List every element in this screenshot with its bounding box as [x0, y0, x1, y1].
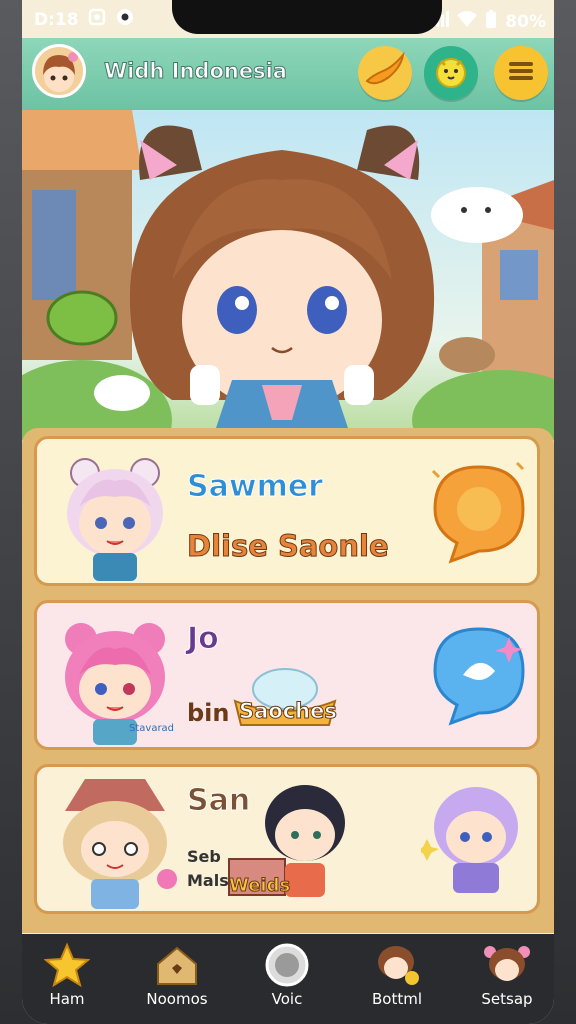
character-portrait	[63, 779, 177, 909]
battery-percent: 80%	[505, 11, 546, 32]
hamburger-icon	[507, 59, 535, 87]
card-badge: Saoches	[239, 699, 338, 724]
card-title: Sawmer	[187, 469, 324, 505]
nav-noomos[interactable]: Noomos	[132, 934, 222, 1024]
profile-avatar[interactable]	[32, 44, 86, 98]
card-badge: Weids	[228, 875, 291, 897]
character-card[interactable]: San Seb Mals Weids	[34, 764, 540, 914]
character-portrait	[67, 458, 163, 581]
nav-label: Voic	[271, 990, 303, 1008]
house-icon	[154, 942, 200, 988]
nav-label: Setsap	[481, 990, 533, 1008]
food-bowl-badge: Saoches	[233, 667, 337, 729]
card-line-1: Seb	[187, 847, 221, 866]
bottom-nav: Ham Noomos Voic Bottml Setsap	[22, 934, 554, 1024]
hero-banner	[22, 110, 554, 440]
menu-button[interactable]	[494, 46, 548, 100]
card-subtitle: Dlise Saonle	[187, 529, 390, 564]
card-title: Jo	[187, 621, 220, 657]
coin-button[interactable]	[358, 46, 412, 100]
avatar-icon	[484, 942, 530, 988]
character-list: Sawmer Dlise Saonle Jo bin Saoches Stava…	[22, 428, 554, 933]
card-line-prefix: bin	[187, 699, 230, 727]
app-header: Widh Indonesia	[22, 38, 554, 110]
nav-voice[interactable]: Voic	[242, 934, 332, 1024]
nav-label: Noomos	[146, 990, 208, 1008]
character-icon	[374, 942, 420, 988]
card-tag: Stavarad	[129, 723, 175, 734]
nav-home[interactable]: Ham	[22, 934, 112, 1024]
nav-label: Bottml	[371, 990, 422, 1008]
screen: D:18 80% Widh Indonesia Sawmer Dlise Sao…	[22, 0, 554, 1024]
character-card[interactable]: Sawmer Dlise Saonle	[34, 436, 540, 586]
wifi-icon	[457, 11, 478, 32]
character-card[interactable]: Jo bin Saoches Stavarad	[34, 600, 540, 750]
status-time: D:18	[34, 10, 79, 30]
nav-label: Ham	[49, 990, 85, 1008]
battery-icon	[485, 10, 497, 33]
hero-illustration	[22, 110, 554, 440]
record-icon	[116, 8, 134, 31]
app-title: Widh Indonesia	[104, 59, 288, 84]
voice-icon	[264, 942, 310, 988]
nav-setsap[interactable]: Setsap	[462, 934, 552, 1024]
status-bar: D:18 80%	[22, 0, 554, 38]
speech-bubble-icon[interactable]	[429, 623, 529, 731]
notification-icon	[88, 8, 106, 31]
camera-notch	[172, 0, 442, 34]
chick-icon	[431, 51, 471, 95]
nav-bottml[interactable]: Bottml	[352, 934, 442, 1024]
star-icon	[43, 942, 91, 988]
character-lilac	[421, 787, 518, 893]
chat-bubble-icon[interactable]	[429, 461, 529, 569]
card-line-2: Mals	[187, 871, 229, 890]
phone-frame: D:18 80% Widh Indonesia Sawmer Dlise Sao…	[0, 0, 576, 1024]
banana-icon	[363, 51, 407, 95]
chat-pet-button[interactable]	[424, 46, 478, 100]
